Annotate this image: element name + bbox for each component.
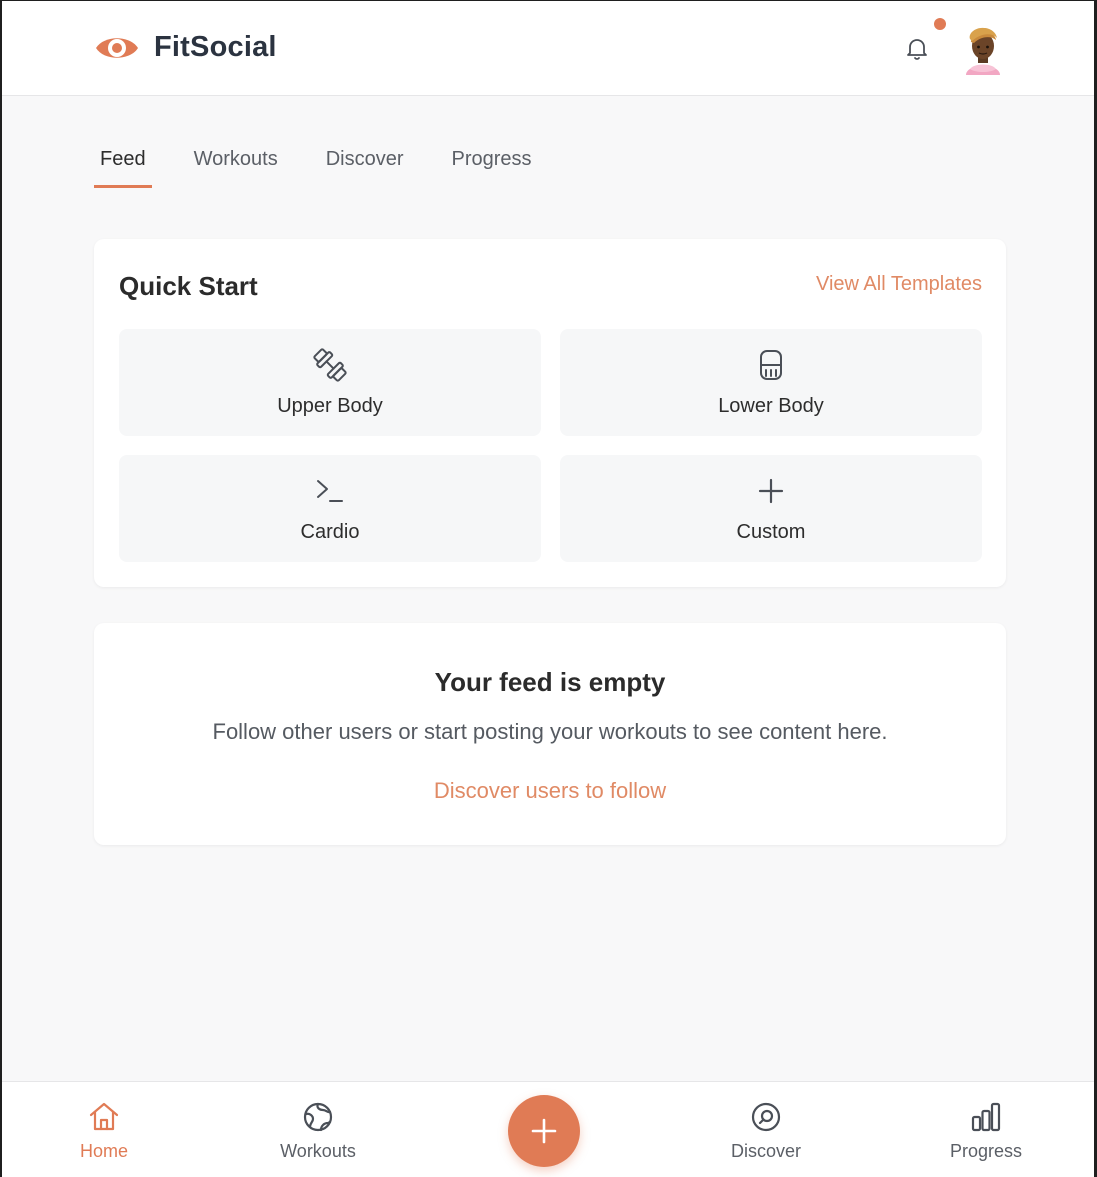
template-label: Upper Body xyxy=(277,395,383,417)
tab-progress[interactable]: Progress xyxy=(446,148,538,188)
terminal-icon xyxy=(317,480,343,502)
view-all-templates-link[interactable]: View All Templates xyxy=(816,273,982,296)
app-frame: FitSocial Feed Workouts Discover Progres… xyxy=(0,0,1097,1177)
template-upper-body[interactable]: Upper Body xyxy=(119,329,541,436)
template-cardio[interactable]: Cardio xyxy=(119,455,541,562)
globe-icon xyxy=(303,1102,333,1132)
quick-start-card: Quick Start View All Templates Upper Bod… xyxy=(94,239,1006,587)
top-header: FitSocial xyxy=(2,1,1094,96)
template-label: Custom xyxy=(736,521,806,543)
kettlebell-icon xyxy=(760,350,782,380)
template-label: Lower Body xyxy=(718,395,824,417)
dumbbell-icon xyxy=(313,348,347,382)
tab-feed[interactable]: Feed xyxy=(94,148,152,188)
nav-label: Home xyxy=(79,1141,128,1161)
quick-start-title: Quick Start xyxy=(119,271,258,301)
nav-home[interactable]: Home xyxy=(44,1100,164,1162)
discover-users-link[interactable]: Discover users to follow xyxy=(94,778,1006,804)
notification-badge xyxy=(934,18,946,30)
compass-icon xyxy=(751,1102,781,1132)
plus-icon xyxy=(758,478,784,504)
logo[interactable]: FitSocial xyxy=(94,31,277,64)
eye-icon xyxy=(96,37,138,58)
plus-icon xyxy=(531,1118,557,1144)
home-icon xyxy=(89,1102,119,1131)
nav-label: Discover xyxy=(730,1141,801,1161)
brand-name: FitSocial xyxy=(154,31,277,63)
tab-discover[interactable]: Discover xyxy=(320,148,410,188)
bar-chart-icon xyxy=(971,1102,1001,1132)
template-custom[interactable]: Custom xyxy=(560,455,982,562)
template-label: Cardio xyxy=(300,521,360,543)
empty-feed-message: Follow other users or start posting your… xyxy=(212,719,888,744)
bottom-nav: Home Workouts Discover Progress xyxy=(2,1081,1094,1177)
nav-discover[interactable]: Discover xyxy=(706,1100,826,1162)
bell-icon[interactable] xyxy=(904,36,930,62)
empty-feed-card: Your feed is empty Follow other users or… xyxy=(94,623,1006,845)
template-lower-body[interactable]: Lower Body xyxy=(560,329,982,436)
avatar[interactable] xyxy=(960,25,1006,75)
nav-workouts[interactable]: Workouts xyxy=(258,1100,378,1162)
main-tabs: Feed Workouts Discover Progress xyxy=(94,148,574,188)
nav-label: Workouts xyxy=(280,1141,356,1161)
empty-feed-title: Your feed is empty xyxy=(434,667,666,697)
tab-workouts[interactable]: Workouts xyxy=(188,148,284,188)
nav-label: Progress xyxy=(949,1141,1023,1161)
new-workout-fab[interactable] xyxy=(508,1095,580,1167)
nav-progress[interactable]: Progress xyxy=(926,1100,1046,1162)
